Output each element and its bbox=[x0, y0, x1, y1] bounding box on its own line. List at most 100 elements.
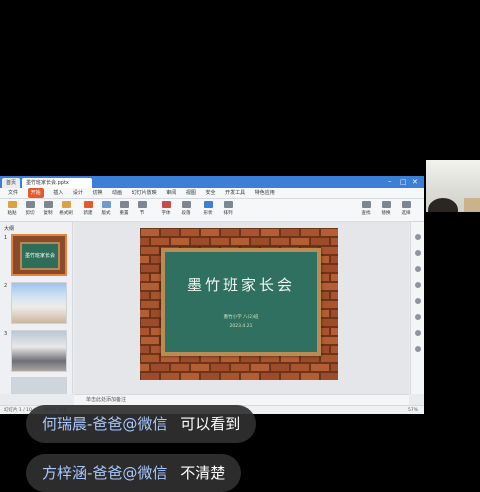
new-slide-icon bbox=[83, 201, 93, 208]
ribbon-copy-button[interactable]: 复制 bbox=[40, 201, 56, 216]
menu-animation[interactable]: 动画 bbox=[112, 188, 122, 198]
brick bbox=[320, 282, 338, 291]
close-icon[interactable]: ✕ bbox=[412, 178, 420, 186]
brick bbox=[140, 282, 160, 291]
help-icon[interactable] bbox=[415, 346, 421, 352]
minimize-icon[interactable]: – bbox=[388, 177, 396, 185]
brick bbox=[240, 228, 260, 237]
thumb-number-3: 3 bbox=[4, 331, 8, 337]
brick bbox=[320, 318, 338, 327]
brick bbox=[320, 228, 338, 237]
brick bbox=[210, 363, 230, 372]
design-icon[interactable] bbox=[415, 282, 421, 288]
shape-pane-icon[interactable] bbox=[415, 298, 421, 304]
ribbon-paragraph-button[interactable]: 段落 bbox=[178, 201, 194, 216]
ribbon-reset-button[interactable]: 重置 bbox=[116, 201, 132, 216]
brick bbox=[230, 363, 250, 372]
brick bbox=[270, 237, 290, 246]
notes-placeholder[interactable]: 单击此处添加备注 bbox=[86, 397, 126, 403]
backup-icon[interactable] bbox=[415, 314, 421, 320]
replace-icon bbox=[381, 201, 391, 208]
brick bbox=[140, 354, 160, 363]
search-icon bbox=[361, 201, 371, 208]
brush-icon bbox=[61, 201, 71, 208]
title-bar: 首页 墨竹班家长会.pptx ✕ □ – bbox=[0, 176, 424, 188]
tab-document[interactable]: 墨竹班家长会.pptx bbox=[22, 178, 92, 188]
brick bbox=[140, 336, 160, 345]
tab-home[interactable]: 首页 bbox=[2, 178, 20, 188]
brick bbox=[330, 237, 338, 246]
brick bbox=[290, 237, 310, 246]
ribbon-format-painter-button[interactable]: 格式刷 bbox=[58, 201, 74, 216]
shared-screen: 首页 墨竹班家长会.pptx ✕ □ – 文件 开始 插入 设计 切换 动画 幻… bbox=[0, 176, 424, 414]
brick bbox=[330, 327, 338, 336]
brick bbox=[140, 228, 160, 237]
slide-title[interactable]: 墨竹班家长会 bbox=[165, 274, 317, 295]
current-slide[interactable]: 墨竹班家长会 墨竹小学 八(2)班 2023.4.21 bbox=[140, 228, 338, 380]
brick bbox=[160, 228, 180, 237]
animation-icon[interactable] bbox=[415, 250, 421, 256]
slide-thumbnail-4[interactable] bbox=[11, 377, 67, 394]
ribbon-section-button[interactable]: 节 bbox=[134, 201, 150, 216]
slide-date[interactable]: 2023.4.21 bbox=[165, 324, 317, 329]
copy-icon bbox=[43, 201, 53, 208]
scissors-icon bbox=[25, 201, 35, 208]
maximize-icon[interactable]: □ bbox=[400, 178, 408, 186]
menu-insert[interactable]: 插入 bbox=[53, 188, 63, 198]
brick bbox=[220, 228, 240, 237]
brick bbox=[160, 372, 180, 380]
brick bbox=[140, 264, 160, 273]
brick bbox=[200, 372, 220, 380]
brick bbox=[330, 345, 338, 354]
thumb-number-2: 2 bbox=[4, 283, 8, 289]
brick bbox=[180, 372, 200, 380]
menu-home[interactable]: 开始 bbox=[27, 188, 44, 198]
select-icon bbox=[401, 201, 411, 208]
slide-thumbnail-pane: 大纲 1 墨竹班家长会 2 3 bbox=[0, 222, 73, 394]
brick bbox=[270, 363, 290, 372]
outline-tab[interactable]: 大纲 bbox=[4, 225, 14, 232]
brick bbox=[320, 300, 338, 309]
brick bbox=[330, 273, 338, 282]
brick bbox=[250, 237, 270, 246]
property-icon[interactable] bbox=[415, 234, 421, 240]
slide-thumbnail-1[interactable]: 墨竹班家长会 bbox=[11, 234, 67, 276]
brick bbox=[300, 372, 320, 380]
thumb-number-1: 1 bbox=[4, 235, 8, 241]
ribbon-shape-button[interactable]: 形状 bbox=[200, 201, 216, 216]
ribbon-layout-button[interactable]: 版式 bbox=[98, 201, 114, 216]
ribbon-font-button[interactable]: 字体 bbox=[158, 201, 174, 216]
zoom-level[interactable]: 57% bbox=[408, 406, 418, 414]
ribbon-new-slide-button[interactable]: 新建 bbox=[80, 201, 96, 216]
chat-message: 方梓涵-爸爸@微信 不清楚 bbox=[26, 454, 242, 492]
menu-special[interactable]: 特色应用 bbox=[255, 188, 275, 198]
menu-review[interactable]: 审阅 bbox=[166, 188, 176, 198]
menu-slideshow[interactable]: 幻灯片放映 bbox=[132, 188, 157, 198]
menu-transition[interactable]: 切换 bbox=[92, 188, 102, 198]
share-icon[interactable] bbox=[415, 330, 421, 336]
menu-dev-tools[interactable]: 开发工具 bbox=[225, 188, 245, 198]
slide-thumbnail-2[interactable] bbox=[11, 282, 67, 324]
slide-thumbnail-3[interactable] bbox=[11, 330, 67, 372]
menu-design[interactable]: 设计 bbox=[73, 188, 83, 198]
ribbon-arrange-button[interactable]: 排列 bbox=[220, 201, 236, 216]
menu-security[interactable]: 安全 bbox=[205, 188, 215, 198]
participant-video[interactable] bbox=[426, 160, 480, 212]
ribbon-select-button[interactable]: 选择 bbox=[398, 201, 414, 216]
section-icon bbox=[137, 201, 147, 208]
ribbon-replace-button[interactable]: 替换 bbox=[378, 201, 394, 216]
brick bbox=[330, 309, 338, 318]
slide-subtitle[interactable]: 墨竹小学 八(2)班 bbox=[165, 314, 317, 320]
brick bbox=[300, 228, 320, 237]
ribbon-find-button[interactable]: 查找 bbox=[358, 201, 374, 216]
notes-bar[interactable]: 单击此处添加备注 bbox=[74, 394, 409, 405]
paragraph-icon bbox=[181, 201, 191, 208]
brick bbox=[320, 246, 338, 255]
ribbon-paste-button[interactable]: 粘贴 bbox=[4, 201, 20, 216]
menu-view[interactable]: 视图 bbox=[186, 188, 196, 198]
brick bbox=[320, 354, 338, 363]
ribbon-cut-button[interactable]: 剪切 bbox=[22, 201, 38, 216]
transition-icon[interactable] bbox=[415, 266, 421, 272]
brick bbox=[260, 228, 280, 237]
menu-file[interactable]: 文件 bbox=[8, 188, 18, 198]
